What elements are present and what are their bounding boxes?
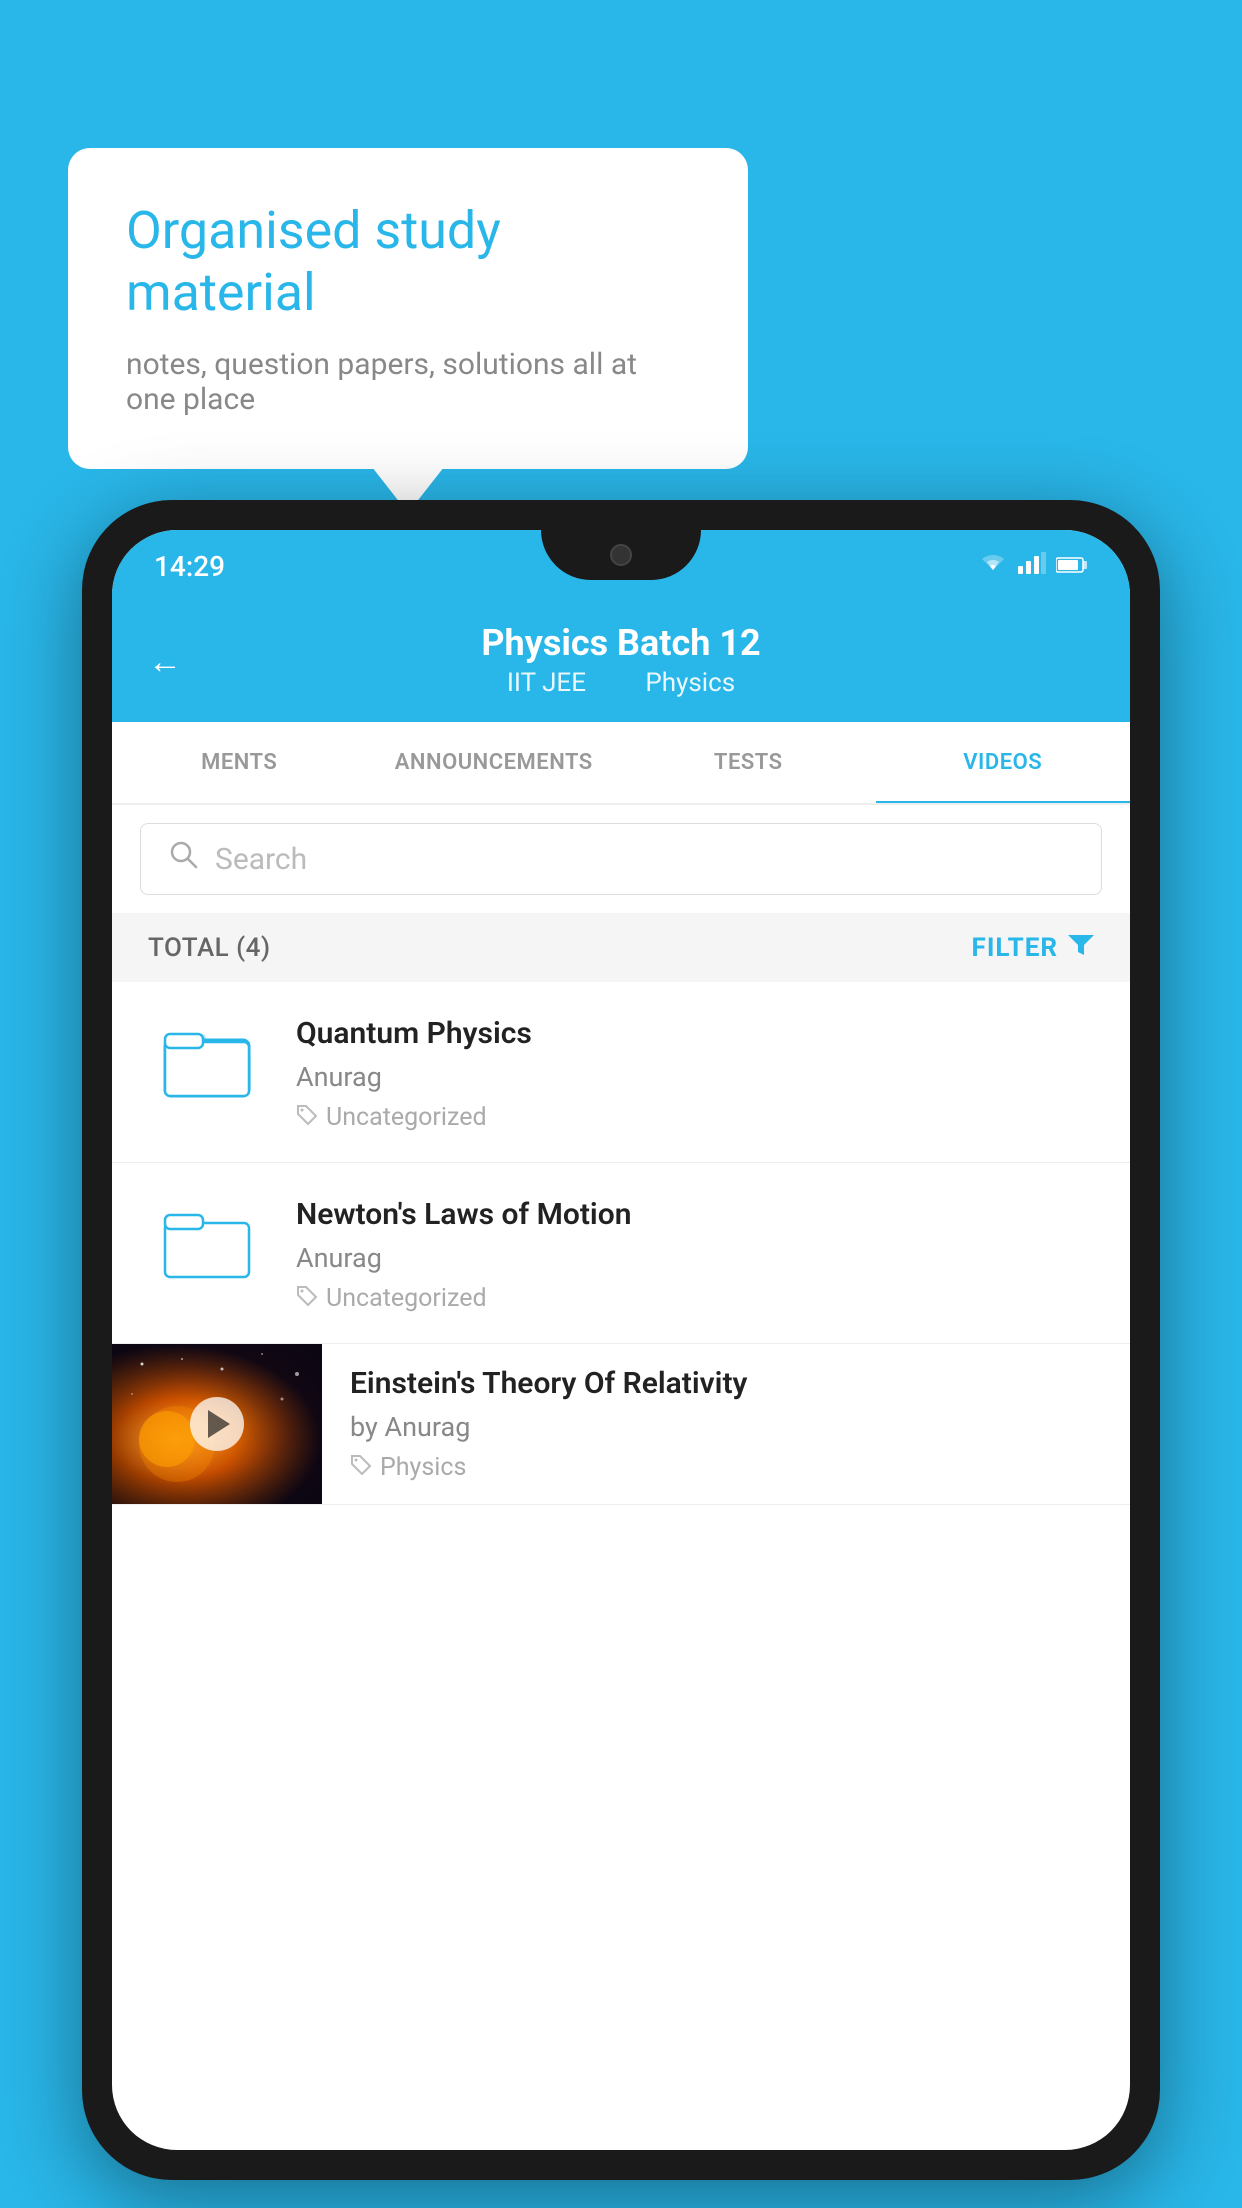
- quantum-tag-label: Uncategorized: [326, 1103, 487, 1132]
- tag-icon-newton: [296, 1285, 318, 1313]
- tag-icon-quantum: [296, 1104, 318, 1132]
- tab-videos[interactable]: VIDEOS: [876, 722, 1131, 803]
- newton-author: Anurag: [296, 1242, 1100, 1274]
- back-button[interactable]: ←: [148, 642, 182, 682]
- quantum-thumb: [142, 1012, 272, 1122]
- notch: [541, 530, 701, 580]
- newton-thumb: [142, 1193, 272, 1303]
- header-title: Physics Batch 12: [154, 622, 1088, 664]
- play-triangle-icon: [208, 1410, 230, 1438]
- filter-icon: [1068, 931, 1094, 964]
- tab-tests[interactable]: TESTS: [621, 722, 876, 803]
- tab-announcements[interactable]: ANNOUNCEMENTS: [367, 722, 622, 803]
- newton-info: Newton's Laws of Motion Anurag Uncategor…: [296, 1193, 1100, 1313]
- search-placeholder: Search: [215, 842, 307, 877]
- newton-title: Newton's Laws of Motion: [296, 1197, 1100, 1232]
- folder-icon-quantum: [162, 1022, 252, 1112]
- search-container: Search: [112, 805, 1130, 913]
- filter-label: FILTER: [972, 933, 1058, 963]
- search-bar[interactable]: Search: [140, 823, 1102, 895]
- folder-icon-newton: [162, 1203, 252, 1293]
- header-separator: [612, 668, 625, 698]
- total-count: TOTAL (4): [148, 933, 271, 963]
- quantum-tag: Uncategorized: [296, 1103, 1100, 1132]
- einstein-author: by Anurag: [350, 1411, 1100, 1443]
- battery-icon: [1056, 552, 1088, 580]
- header-subtitle: IIT JEE Physics: [154, 668, 1088, 698]
- quantum-author: Anurag: [296, 1061, 1100, 1093]
- status-time: 14:29: [154, 550, 225, 583]
- newton-tag-label: Uncategorized: [326, 1284, 487, 1313]
- speech-bubble-container: Organised study material notes, question…: [68, 148, 748, 469]
- video-item-quantum[interactable]: Quantum Physics Anurag Uncategorized: [112, 982, 1130, 1163]
- filter-button[interactable]: FILTER: [972, 931, 1094, 964]
- app-header: ← Physics Batch 12 IIT JEE Physics: [112, 602, 1130, 722]
- einstein-tag-label: Physics: [380, 1453, 466, 1482]
- tag-icon-einstein: [350, 1454, 372, 1482]
- tab-ments[interactable]: MENTS: [112, 722, 367, 803]
- tabs-bar: MENTS ANNOUNCEMENTS TESTS VIDEOS: [112, 722, 1130, 805]
- notch-camera: [610, 544, 632, 566]
- signal-icon: [1018, 552, 1046, 580]
- status-bar: 14:29: [112, 530, 1130, 602]
- status-icons: [978, 552, 1088, 580]
- einstein-info: Einstein's Theory Of Relativity by Anura…: [346, 1344, 1100, 1482]
- phone-inner: 14:29: [112, 530, 1130, 2150]
- einstein-tag: Physics: [350, 1453, 1100, 1482]
- quantum-title: Quantum Physics: [296, 1016, 1100, 1051]
- quantum-info: Quantum Physics Anurag Uncategorized: [296, 1012, 1100, 1132]
- einstein-thumbnail: [112, 1344, 322, 1504]
- search-icon: [169, 840, 199, 878]
- video-list: Quantum Physics Anurag Uncategorized: [112, 982, 1130, 1505]
- speech-bubble-subtitle: notes, question papers, solutions all at…: [126, 347, 690, 417]
- filter-bar: TOTAL (4) FILTER: [112, 913, 1130, 982]
- wifi-icon: [978, 552, 1008, 580]
- video-item-newton[interactable]: Newton's Laws of Motion Anurag Uncategor…: [112, 1163, 1130, 1344]
- speech-bubble-title: Organised study material: [126, 200, 690, 325]
- speech-bubble: Organised study material notes, question…: [68, 148, 748, 469]
- newton-tag: Uncategorized: [296, 1284, 1100, 1313]
- header-course: IIT JEE: [507, 668, 586, 698]
- header-subject: Physics: [645, 668, 735, 698]
- einstein-title: Einstein's Theory Of Relativity: [350, 1366, 1100, 1401]
- phone-frame: 14:29: [82, 500, 1160, 2180]
- video-item-einstein[interactable]: Einstein's Theory Of Relativity by Anura…: [112, 1344, 1130, 1505]
- play-button[interactable]: [190, 1397, 244, 1451]
